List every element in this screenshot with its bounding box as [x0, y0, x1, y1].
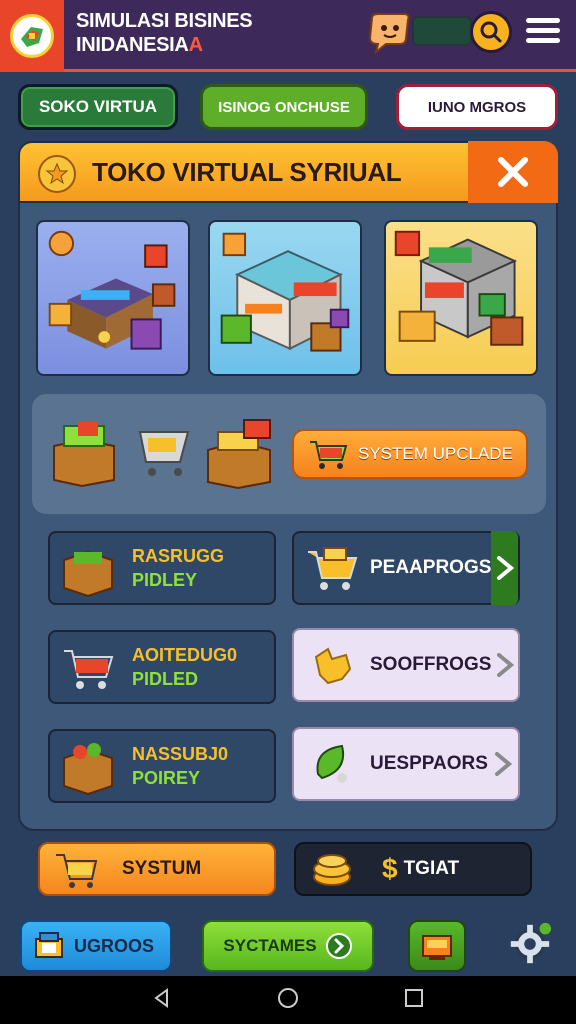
chat-icon[interactable]	[366, 12, 412, 55]
tab-label: ISINOG ONCHUSE	[218, 98, 350, 116]
cart-icon	[56, 854, 98, 888]
panel-title: TOKO VIRTUAL SYRIUAL	[92, 157, 402, 187]
app-header: SIMULASI BISINES INIDANESIAA	[0, 0, 576, 72]
item-line-1: AOITEDUG0	[132, 645, 238, 665]
panel-header: TOKO VIRTUAL SYRIUAL	[18, 141, 558, 203]
chevron-right-icon[interactable]	[491, 628, 518, 702]
close-button[interactable]	[468, 141, 558, 203]
item-card-peaaprogs[interactable]: PEAAPROGS	[292, 531, 520, 605]
nav-label: SYCTAMES	[223, 936, 317, 955]
item-label: UESPPAORS	[370, 753, 488, 774]
item-card-sooffrogs[interactable]: SOOFFROGS	[292, 628, 520, 702]
crates-illustration	[53, 419, 271, 490]
logo[interactable]	[0, 0, 64, 72]
item-line-1: NASSUBJ0	[132, 744, 229, 764]
store-card-market[interactable]	[384, 220, 538, 376]
search-icon[interactable]	[470, 11, 512, 53]
store-card-supermarket[interactable]	[208, 220, 362, 376]
leaf-icon	[316, 744, 347, 783]
home-icon[interactable]	[276, 986, 300, 1014]
item-card-nassubj0[interactable]: NASSUBJ0 POIREY	[48, 729, 276, 803]
dollar-symbol: $	[382, 853, 398, 884]
tab-iuno-mgros[interactable]: IUNO MGROS	[396, 84, 558, 130]
nav-button-ugroos[interactable]: UGROOS	[20, 920, 172, 972]
chevron-right-icon[interactable]	[488, 727, 518, 801]
crate-icon	[63, 743, 113, 796]
item-card-rasrugg[interactable]: RASRUGG PIDLEY	[48, 531, 276, 605]
shop-icon	[35, 932, 63, 958]
status-bar	[412, 16, 472, 46]
nav-label: UGROOS	[74, 935, 155, 956]
item-line-2: POIREY	[132, 768, 201, 788]
total-display[interactable]: $ TGIAT	[294, 842, 532, 896]
item-text: RASRUGG PIDLEY	[132, 544, 224, 592]
nav-button-syctames[interactable]: SYCTAMES	[202, 920, 374, 972]
tab-label: IUNO MGROS	[427, 98, 527, 116]
settings-button[interactable]	[506, 920, 554, 968]
register-icon	[422, 935, 452, 960]
item-line-2: PIDLED	[132, 669, 199, 689]
item-card-aoitedug0[interactable]: AOITEDUG0 PIDLED	[48, 630, 276, 704]
item-card-uespaors[interactable]: UESPPAORS	[292, 727, 520, 801]
arrow-right-icon	[325, 933, 352, 959]
tab-soko-virtua[interactable]: SOKO VIRTUA	[18, 84, 178, 130]
star-badge-icon	[38, 155, 76, 193]
recents-icon[interactable]	[403, 987, 425, 1013]
total-label: TGIAT	[403, 858, 460, 879]
item-text: AOITEDUG0 PIDLED	[132, 643, 237, 691]
item-label: PEAAPROGS	[370, 557, 492, 578]
close-icon	[498, 157, 528, 187]
item-label: SOOFFROGS	[370, 654, 492, 675]
back-icon[interactable]	[151, 987, 173, 1013]
title-line-1: SIMULASI BISINES	[76, 10, 253, 32]
app-title: SIMULASI BISINES INIDANESIAA	[76, 9, 253, 57]
crate-icon	[63, 550, 113, 598]
coins-icon	[313, 854, 351, 886]
system-label: SYSTUM	[122, 858, 202, 879]
system-button[interactable]: SYSTUM	[38, 842, 276, 896]
item-line-2: PIDLEY	[132, 570, 198, 590]
logo-icon	[10, 14, 54, 58]
cart-icon	[310, 441, 348, 469]
gear-icon	[510, 922, 552, 964]
store-card-kiosk[interactable]	[36, 220, 190, 376]
nav-button-store[interactable]	[408, 920, 466, 972]
item-text: NASSUBJ0 POIREY	[132, 742, 228, 790]
tab-isinog-onchuse[interactable]: ISINOG ONCHUSE	[200, 84, 368, 130]
item-line-1: RASRUGG	[132, 546, 225, 566]
title-line-2: INIDANESIA	[76, 34, 189, 56]
menu-icon[interactable]	[526, 18, 560, 44]
system-upgrade-button[interactable]: SYSTEM UPCLADE	[292, 429, 528, 479]
chevron-right-icon[interactable]	[491, 531, 518, 605]
upgrade-label: SYSTEM UPCLADE	[358, 444, 513, 463]
cart-icon	[308, 547, 358, 590]
title-accent: A	[188, 34, 203, 56]
cart-icon	[64, 650, 114, 689]
puzzle-icon	[314, 647, 352, 685]
tab-label: SOKO VIRTUA	[38, 97, 158, 116]
android-nav-bar	[0, 976, 576, 1024]
